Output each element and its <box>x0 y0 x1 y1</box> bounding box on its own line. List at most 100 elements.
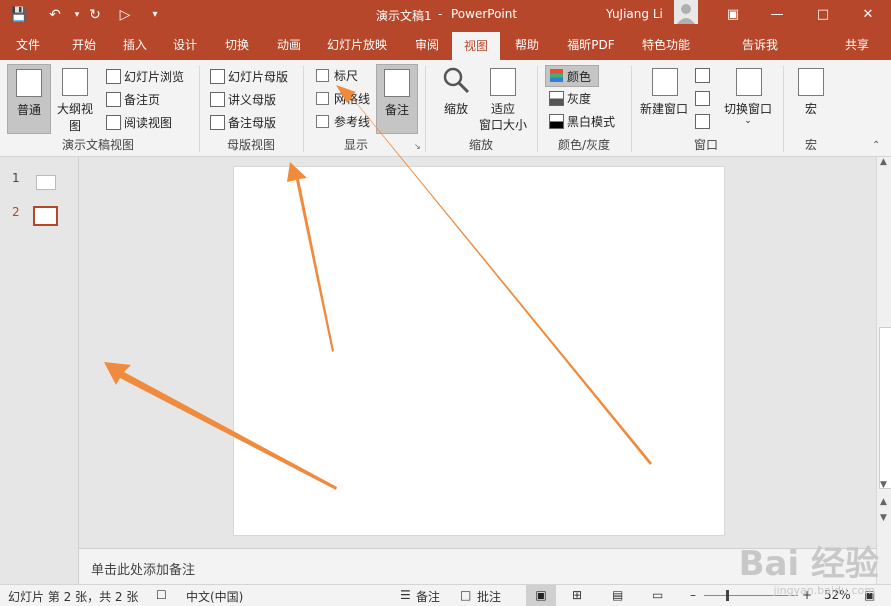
maximize-icon[interactable]: □ <box>800 0 846 30</box>
color-icon <box>550 69 563 82</box>
tab-foxit-pdf[interactable]: 福昕PDF <box>560 30 622 60</box>
slide-thumbnail-2[interactable] <box>33 206 58 226</box>
handout-master-button[interactable]: 讲义母版 <box>228 91 276 108</box>
grayscale-button[interactable]: 灰度 <box>567 90 591 107</box>
notes-toggle-button[interactable]: 备注 <box>376 64 418 134</box>
tab-slideshow[interactable]: 幻灯片放映 <box>320 30 394 60</box>
comments-status-button[interactable]: 批注 <box>477 588 501 605</box>
macros-label: 宏 <box>804 102 817 116</box>
tab-insert[interactable]: 插入 <box>112 30 158 60</box>
redo-icon[interactable]: ↻ <box>86 6 104 24</box>
tab-animations[interactable]: 动画 <box>266 30 312 60</box>
reading-view-icon <box>106 115 121 130</box>
previous-slide-icon[interactable]: ▲ <box>880 497 887 507</box>
save-icon[interactable]: 💾 <box>10 6 28 24</box>
slide-canvas[interactable] <box>233 166 725 536</box>
user-name[interactable]: YuJiang Li <box>606 7 663 21</box>
switch-windows-button[interactable]: 切换窗口 ⌄ <box>720 64 776 132</box>
scroll-up-icon[interactable]: ▲ <box>880 157 887 167</box>
tab-transitions[interactable]: 切换 <box>214 30 260 60</box>
color-label: 颜色 <box>567 70 592 84</box>
watermark-url: jingyan.baidu.com <box>773 584 875 597</box>
next-slide-icon[interactable]: ▼ <box>880 513 887 523</box>
notes-status-button[interactable]: 备注 <box>416 588 440 605</box>
undo-icon[interactable]: ↶ <box>46 6 64 24</box>
zoom-out-icon[interactable]: – <box>690 588 696 602</box>
macros-icon <box>798 68 824 96</box>
scrollbar-thumb[interactable] <box>879 327 891 489</box>
comments-status-icon: □ <box>460 588 472 602</box>
group-label-presentation-views: 演示文稿视图 <box>61 138 134 152</box>
guides-label[interactable]: 参考线 <box>334 113 370 130</box>
zoom-slider-thumb[interactable] <box>726 590 729 601</box>
ribbon: 普通 大纲视图 幻灯片浏览 备注页 阅读视图 演示文稿视图 幻灯片母版 讲义母版… <box>0 60 891 157</box>
zoom-button[interactable]: 缩放 <box>436 64 476 132</box>
slide-number-1: 1 <box>12 171 20 185</box>
slide-thumbnail-1[interactable] <box>36 175 56 190</box>
guides-checkbox[interactable] <box>316 115 329 128</box>
customize-quick-access-icon[interactable]: ▾ <box>146 6 164 24</box>
new-window-button[interactable]: 新建窗口 <box>638 64 690 132</box>
avatar[interactable] <box>674 0 698 24</box>
normal-view-button[interactable]: 普通 <box>7 64 51 134</box>
start-from-beginning-icon[interactable]: ▷ <box>116 6 134 24</box>
normal-view-icon <box>16 69 42 97</box>
tell-me-box[interactable]: 告诉我 <box>740 30 780 60</box>
tab-review[interactable]: 审阅 <box>404 30 450 60</box>
app-name: PowerPoint <box>451 7 518 21</box>
cascade-icon[interactable] <box>695 91 710 106</box>
close-icon[interactable]: ✕ <box>845 0 891 30</box>
document-title: 演示文稿1 <box>376 9 432 23</box>
slide-master-button[interactable]: 幻灯片母版 <box>228 68 288 85</box>
notes-toggle-label: 备注 <box>384 103 409 117</box>
tab-design[interactable]: 设计 <box>162 30 208 60</box>
color-button[interactable]: 颜色 <box>545 65 599 87</box>
tab-special-features[interactable]: 特色功能 <box>636 30 696 60</box>
gridlines-checkbox[interactable] <box>316 92 329 105</box>
group-label-color: 颜色/灰度 <box>557 138 611 152</box>
gridlines-label[interactable]: 网格线 <box>334 90 370 107</box>
normal-view-status-icon[interactable]: ▣ <box>526 585 556 606</box>
black-white-button[interactable]: 黑白模式 <box>567 113 615 130</box>
notes-placeholder[interactable]: 单击此处添加备注 <box>91 559 195 578</box>
slide-sorter-button[interactable]: 幻灯片浏览 <box>124 68 184 85</box>
dialog-launcher-icon[interactable]: ↘ <box>414 142 421 151</box>
notes-page-button[interactable]: 备注页 <box>124 91 160 108</box>
status-bar: 幻灯片 第 2 张，共 2 张 ☐ 中文(中国) ☰ 备注 □ 批注 ▣ ⊞ ▤… <box>0 584 891 606</box>
slide-sorter-icon <box>106 69 121 84</box>
group-label-show: 显示 <box>343 138 368 152</box>
move-split-icon[interactable] <box>695 114 710 129</box>
share-button[interactable]: 共享 <box>842 30 872 60</box>
new-window-icon <box>652 68 678 96</box>
outline-view-label: 大纲视图 <box>56 102 93 133</box>
tab-view[interactable]: 视图 <box>452 32 500 60</box>
tab-help[interactable]: 帮助 <box>504 30 550 60</box>
notes-page-icon <box>106 92 121 107</box>
language-indicator[interactable]: 中文(中国) <box>186 588 243 605</box>
minimize-icon[interactable]: — <box>754 0 800 30</box>
slide-number-2: 2 <box>12 205 20 219</box>
zoom-label: 缩放 <box>443 102 468 116</box>
vertical-scrollbar[interactable]: ▲ ▼ ▲ ▼ <box>876 157 891 584</box>
tab-file[interactable]: 文件 <box>4 30 52 60</box>
collapse-ribbon-icon[interactable]: ⌃ <box>872 140 880 151</box>
handout-master-icon <box>210 92 225 107</box>
normal-view-label: 普通 <box>16 103 41 117</box>
reading-view-button[interactable]: 阅读视图 <box>124 114 172 131</box>
outline-view-button[interactable]: 大纲视图 <box>52 64 98 133</box>
undo-dropdown-icon[interactable]: ▾ <box>68 6 86 24</box>
spell-check-icon[interactable]: ☐ <box>156 588 167 602</box>
title-bar: 💾 ↶ ▾ ↻ ▷ ▾ 演示文稿1 - PowerPoint YuJiang L… <box>0 0 891 30</box>
arrange-all-icon[interactable] <box>695 68 710 83</box>
slide-sorter-status-icon[interactable]: ⊞ <box>572 588 582 602</box>
reading-view-status-icon[interactable]: ▤ <box>612 588 623 602</box>
ribbon-display-options-icon[interactable]: ▣ <box>710 0 756 30</box>
fit-to-window-button[interactable]: 适应 窗口大小 <box>478 64 528 132</box>
macros-button[interactable]: 宏 <box>792 64 830 132</box>
tab-home[interactable]: 开始 <box>58 30 110 60</box>
ruler-label[interactable]: 标尺 <box>334 67 358 84</box>
scroll-down-icon[interactable]: ▼ <box>880 480 887 490</box>
slideshow-status-icon[interactable]: ▭ <box>652 588 663 602</box>
ruler-checkbox[interactable] <box>316 69 329 82</box>
notes-master-button[interactable]: 备注母版 <box>228 114 276 131</box>
